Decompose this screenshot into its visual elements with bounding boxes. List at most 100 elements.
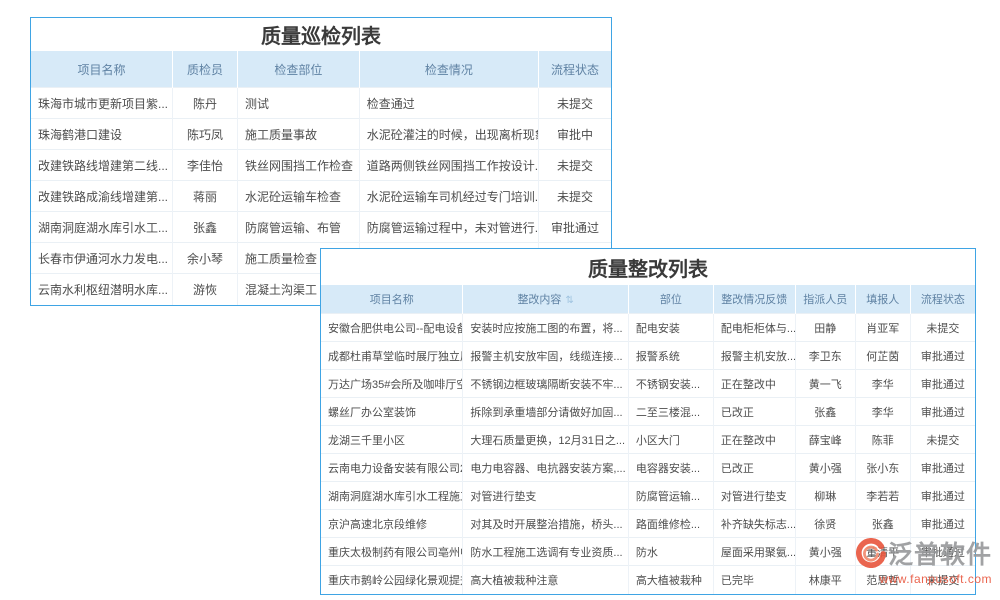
check-part: 水泥砼运输车检查 [237,181,359,212]
inspector-name[interactable]: 李佳怡 [173,150,238,181]
check-situation: 防腐管运输过程中，未对管进行... [359,212,538,243]
rectify-content: 高大植被栽种注意 [463,566,628,594]
check-part: 防腐管运输、布管 [237,212,359,243]
rectify-feedback: 报警主机安放... [713,342,795,370]
project-name-link[interactable]: 湖南洞庭湖水库引水工... [31,212,173,243]
table-row[interactable]: 珠海市城市更新项目紫...陈丹测试检查通过未提交 [31,88,611,119]
column-header-7: 流程状态 [910,285,975,314]
assignee-name[interactable]: 黄小强 [795,454,855,482]
project-name-link[interactable]: 京沪高速北京段维修 [321,510,463,538]
assignee-name[interactable]: 张鑫 [795,398,855,426]
table-row[interactable]: 湖南洞庭湖水库引水工...张鑫防腐管运输、布管防腐管运输过程中，未对管进行...… [31,212,611,243]
rectify-content: 报警主机安放牢固，线缆连接... [463,342,628,370]
table-row[interactable]: 湖南洞庭湖水库引水工程施工I标对管进行垫支防腐管运输...对管进行垫支柳琳李若若… [321,482,975,510]
inspector-name[interactable]: 游恢 [173,274,238,305]
rectify-feedback: 已改正 [713,398,795,426]
rectification-header-row: 项目名称整改内容⇅部位整改情况反馈指派人员填报人流程状态 [321,285,975,314]
table-row[interactable]: 万达广场35#会所及咖啡厅空...不锈钢边框玻璃隔断安装不牢...不锈钢安装..… [321,370,975,398]
status-badge: 审批通过 [910,398,975,426]
project-name-link[interactable]: 成都杜甫草堂临时展厅独立展... [321,342,463,370]
rectify-part: 路面维修检... [628,510,713,538]
table-row[interactable]: 安徽合肥供电公司--配电设备...安装时应按施工图的布置，将...配电安装配电柜… [321,314,975,342]
project-name-link[interactable]: 安徽合肥供电公司--配电设备... [321,314,463,342]
rectify-content: 对其及时开展整治措施，桥头... [463,510,628,538]
assignee-name[interactable]: 徐贤 [795,510,855,538]
reporter-name[interactable]: 李若若 [855,482,910,510]
reporter-name[interactable]: 肖亚军 [855,314,910,342]
assignee-name[interactable]: 黄小强 [795,538,855,566]
column-header-3: 部位 [628,285,713,314]
table-row[interactable]: 改建铁路成渝线增建第...蒋丽水泥砼运输车检查水泥砼运输车司机经过专门培训...… [31,181,611,212]
status-badge: 审批中 [538,119,611,150]
column-header-4: 检查情况 [359,51,538,88]
rectify-part: 高大植被栽种 [628,566,713,594]
rectification-list-title: 质量整改列表 [321,249,975,285]
project-name-link[interactable]: 改建铁路成渝线增建第... [31,181,173,212]
project-name-link[interactable]: 湖南洞庭湖水库引水工程施工I标 [321,482,463,510]
check-part: 铁丝网围挡工作检查 [237,150,359,181]
fanpu-watermark: 泛普软件 www.fanpusoft.com [856,535,992,586]
rectify-part: 防腐管运输... [628,482,713,510]
sort-icon[interactable]: ⇅ [565,295,573,306]
table-row[interactable]: 螺丝厂办公室装饰拆除到承重墙部分请做好加固...二至三楼混...已改正张鑫李华审… [321,398,975,426]
column-header-2[interactable]: 整改内容⇅ [463,285,628,314]
project-name-link[interactable]: 云南电力设备安装有限公司20... [321,454,463,482]
rectify-part: 防水 [628,538,713,566]
project-name-link[interactable]: 珠海市城市更新项目紫... [31,88,173,119]
status-badge: 审批通过 [910,370,975,398]
project-name-link[interactable]: 改建铁路线增建第二线... [31,150,173,181]
table-row[interactable]: 成都杜甫草堂临时展厅独立展...报警主机安放牢固，线缆连接...报警系统报警主机… [321,342,975,370]
project-name-link[interactable]: 长春市伊通河水力发电... [31,243,173,274]
reporter-name[interactable]: 何芷茵 [855,342,910,370]
rectify-content: 电力电容器、电抗器安装方案,... [463,454,628,482]
inspector-name[interactable]: 陈丹 [173,88,238,119]
reporter-name[interactable]: 张鑫 [855,510,910,538]
rectify-content: 对管进行垫支 [463,482,628,510]
rectify-feedback: 补齐缺失标志... [713,510,795,538]
check-part: 测试 [237,88,359,119]
project-name-link[interactable]: 万达广场35#会所及咖啡厅空... [321,370,463,398]
rectify-part: 二至三楼混... [628,398,713,426]
inspector-name[interactable]: 蒋丽 [173,181,238,212]
project-name-link[interactable]: 云南水利枢纽潜明水库... [31,274,173,305]
table-row[interactable]: 云南电力设备安装有限公司20...电力电容器、电抗器安装方案,...电容器安装.… [321,454,975,482]
rectify-feedback: 已完毕 [713,566,795,594]
project-name-link[interactable]: 珠海鹤港口建设 [31,119,173,150]
project-name-link[interactable]: 龙湖三千里小区 [321,426,463,454]
reporter-name[interactable]: 李华 [855,370,910,398]
status-badge: 审批通过 [910,510,975,538]
rectify-feedback: 屋面采用聚氨... [713,538,795,566]
assignee-name[interactable]: 李卫东 [795,342,855,370]
table-row[interactable]: 龙湖三千里小区大理石质量更换，12月31日之...小区大门正在整改中薛宝峰陈菲未… [321,426,975,454]
reporter-name[interactable]: 陈菲 [855,426,910,454]
project-name-link[interactable]: 重庆市鹅岭公园绿化景观提升... [321,566,463,594]
rectify-content: 拆除到承重墙部分请做好加固... [463,398,628,426]
column-header-1: 项目名称 [31,51,173,88]
project-name-link[interactable]: 螺丝厂办公室装饰 [321,398,463,426]
rectify-feedback: 正在整改中 [713,426,795,454]
inspector-name[interactable]: 陈巧凤 [173,119,238,150]
inspector-name[interactable]: 余小琴 [173,243,238,274]
column-header-6: 填报人 [855,285,910,314]
table-row[interactable]: 改建铁路线增建第二线...李佳怡铁丝网围挡工作检查道路两侧铁丝网围挡工作按设计.… [31,150,611,181]
reporter-name[interactable]: 李华 [855,398,910,426]
rectify-feedback: 配电柜柜体与... [713,314,795,342]
column-header-5: 指派人员 [795,285,855,314]
rectify-content: 安装时应按施工图的布置，将... [463,314,628,342]
assignee-name[interactable]: 黄一飞 [795,370,855,398]
check-part: 施工质量事故 [237,119,359,150]
reporter-name[interactable]: 张小东 [855,454,910,482]
fanpu-logo-icon [856,538,886,568]
assignee-name[interactable]: 田静 [795,314,855,342]
assignee-name[interactable]: 林康平 [795,566,855,594]
assignee-name[interactable]: 柳琳 [795,482,855,510]
table-row[interactable]: 京沪高速北京段维修对其及时开展整治措施，桥头...路面维修检...补齐缺失标志.… [321,510,975,538]
assignee-name[interactable]: 薛宝峰 [795,426,855,454]
column-header-3: 检查部位 [237,51,359,88]
column-header-1: 项目名称 [321,285,463,314]
inspector-name[interactable]: 张鑫 [173,212,238,243]
project-name-link[interactable]: 重庆太极制药有限公司亳州中... [321,538,463,566]
table-row[interactable]: 珠海鹤港口建设陈巧凤施工质量事故水泥砼灌注的时候，出现离析现象审批中 [31,119,611,150]
rectify-feedback: 已改正 [713,454,795,482]
check-situation: 道路两侧铁丝网围挡工作按设计... [359,150,538,181]
